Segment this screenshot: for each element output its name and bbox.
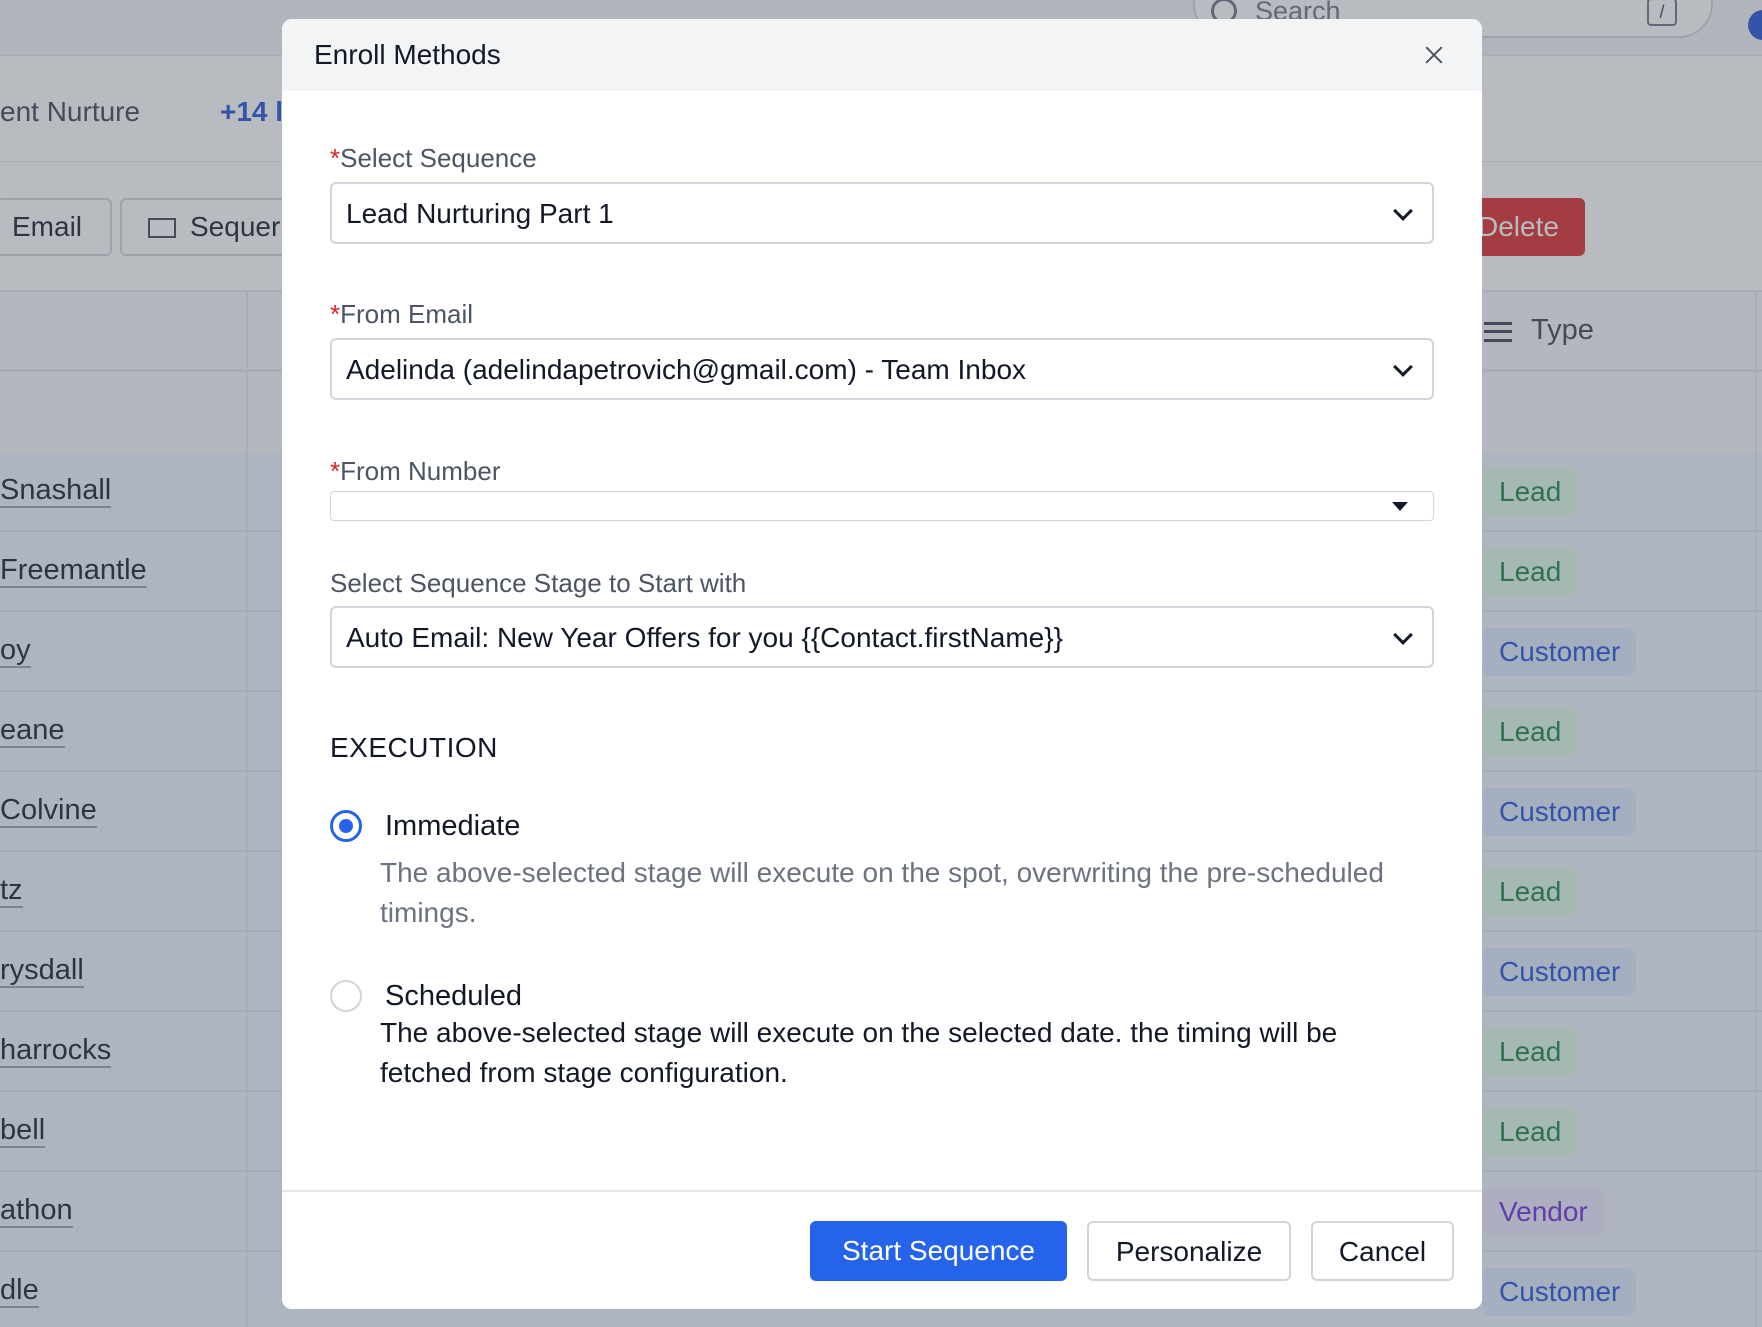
from-number-label: *From Number	[330, 456, 501, 486]
from-email-dropdown[interactable]: Adelinda (adelindapetrovich@gmail.com) -…	[330, 338, 1434, 400]
stage-label: Select Sequence Stage to Start with	[330, 568, 747, 598]
chevron-down-icon	[1393, 625, 1413, 645]
stage-value: Auto Email: New Year Offers for you {{Co…	[346, 622, 1063, 653]
select-sequence-label: *Select Sequence	[330, 143, 537, 173]
chevron-down-icon	[1393, 201, 1413, 221]
enroll-methods-modal: Enroll Methods *Select Sequence Lead Nur…	[282, 19, 1482, 1309]
from-email-value: Adelinda (adelindapetrovich@gmail.com) -…	[346, 354, 1027, 385]
modal-header: Enroll Methods	[282, 19, 1482, 91]
select-sequence-value: Lead Nurturing Part 1	[346, 198, 614, 229]
immediate-description: The above-selected stage will execute on…	[380, 857, 1384, 928]
scheduled-label[interactable]: Scheduled	[385, 980, 522, 1013]
chevron-down-icon	[1393, 357, 1413, 377]
modal-title: Enroll Methods	[314, 39, 501, 70]
immediate-radio[interactable]	[330, 810, 362, 842]
required-marker: *	[330, 456, 341, 486]
scheduled-radio[interactable]	[330, 980, 362, 1012]
scheduled-description: The above-selected stage will execute on…	[380, 1017, 1338, 1088]
start-sequence-button[interactable]: Start Sequence	[810, 1221, 1067, 1281]
personalize-button[interactable]: Personalize	[1087, 1221, 1291, 1281]
caret-down-icon	[1392, 502, 1408, 511]
close-icon[interactable]	[1418, 39, 1450, 71]
execution-title: EXECUTION	[330, 732, 498, 763]
stage-dropdown[interactable]: Auto Email: New Year Offers for you {{Co…	[330, 606, 1434, 668]
required-marker: *	[330, 299, 341, 329]
required-marker: *	[330, 143, 341, 173]
modal-footer: Start Sequence Personalize Cancel	[282, 1190, 1482, 1309]
immediate-label[interactable]: Immediate	[385, 810, 520, 843]
from-email-label: *From Email	[330, 299, 474, 329]
cancel-button[interactable]: Cancel	[1311, 1221, 1454, 1281]
from-number-select[interactable]	[330, 491, 1434, 521]
select-sequence-dropdown[interactable]: Lead Nurturing Part 1	[330, 182, 1434, 244]
